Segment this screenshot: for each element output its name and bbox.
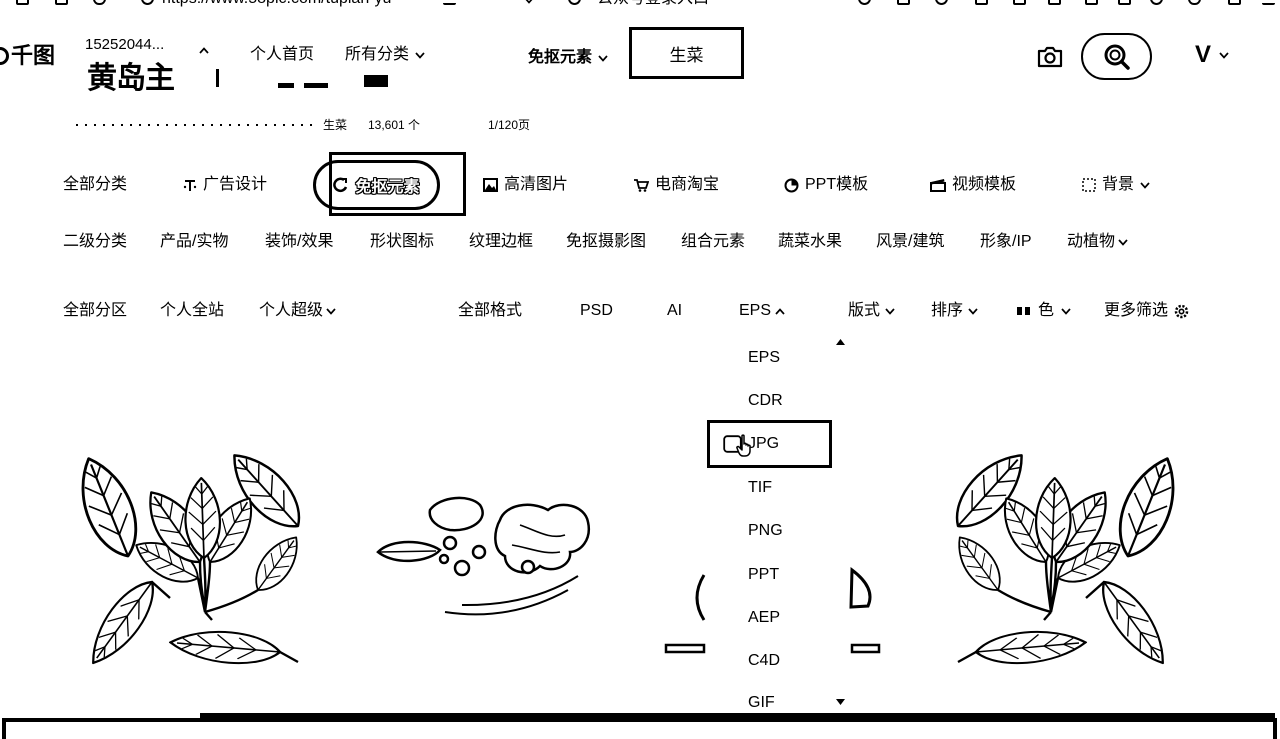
format-option-eps[interactable]: EPS xyxy=(748,348,780,368)
format-option-gif[interactable]: GIF xyxy=(748,693,775,713)
scroll-up-icon[interactable] xyxy=(836,339,845,345)
salad-bowl-illustration xyxy=(376,496,591,616)
bottom-panel-frame xyxy=(2,718,1277,739)
format-option-png[interactable]: PNG xyxy=(748,521,783,541)
illustration-layer xyxy=(0,0,1280,739)
format-option-tif[interactable]: TIF xyxy=(748,478,772,498)
highlight-box-jpg-option xyxy=(707,420,832,468)
format-dropdown: EPS CDR JPG TIF PNG PPT AEP C4D GIF xyxy=(708,336,848,714)
highlight-box-category xyxy=(329,152,466,216)
format-option-aep[interactable]: AEP xyxy=(748,608,780,628)
spinach-illustration-right xyxy=(944,443,1188,673)
format-option-ppt[interactable]: PPT xyxy=(748,565,779,585)
format-option-c4d[interactable]: C4D xyxy=(748,651,780,671)
format-option-cdr[interactable]: CDR xyxy=(748,391,783,411)
spinach-illustration-left xyxy=(68,443,312,673)
scroll-down-icon[interactable] xyxy=(836,699,845,705)
